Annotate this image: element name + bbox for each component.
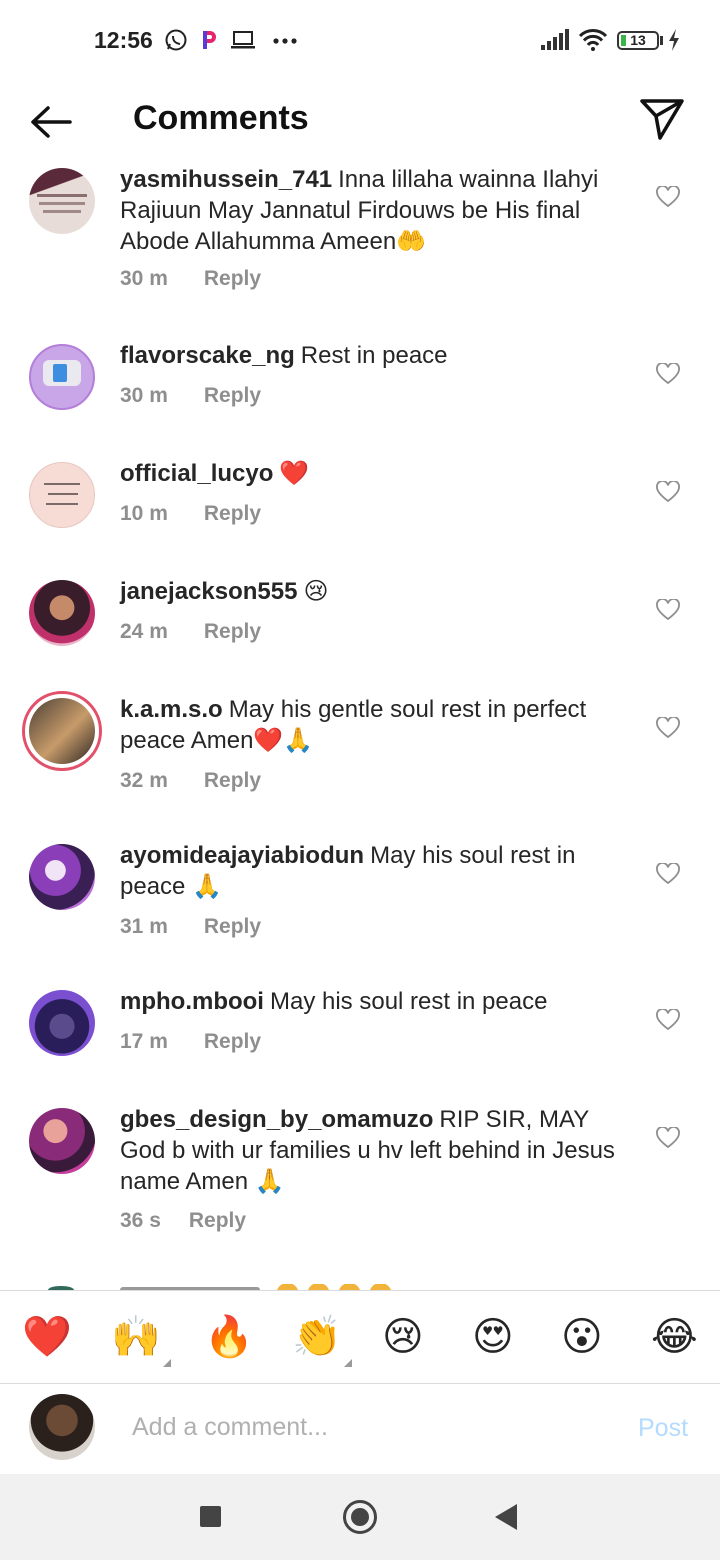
comment-text: k.a.m.s.o May his gentle soul rest in per… [120, 694, 632, 756]
comment-meta: 31 m Reply [120, 915, 261, 939]
comment-text: mpho.mbooi May his soul rest in peace [120, 986, 632, 1017]
status-bar: 12:56 13 [0, 0, 720, 84]
reply-button[interactable]: Reply [204, 915, 261, 938]
skin-tone-indicator-icon [162, 1359, 171, 1367]
emoji-clapping-hands[interactable]: 👏 [292, 1313, 352, 1367]
avatar[interactable] [29, 462, 95, 528]
like-heart-icon[interactable] [656, 481, 680, 503]
home-icon[interactable] [343, 1500, 377, 1534]
avatar[interactable] [29, 580, 95, 646]
comment-username[interactable]: k.a.m.s.o [120, 696, 223, 723]
comment-time: 36 s [120, 1209, 161, 1232]
comment-meta: 30 m Reply [120, 384, 261, 408]
comment-meta: 17 m Reply [120, 1030, 261, 1054]
skin-tone-indicator-icon [343, 1359, 352, 1367]
comment-body: ❤️ [279, 460, 310, 487]
emoji-red-heart[interactable]: ❤️ [22, 1313, 72, 1361]
emoji-glyph: 🙌 [111, 1315, 161, 1359]
avatar[interactable] [29, 1108, 95, 1174]
comment-time: 32 m [120, 769, 168, 792]
comment-username[interactable]: official_lucyo [120, 460, 273, 487]
whatsapp-icon [165, 29, 187, 51]
comment-composer: Post [0, 1382, 720, 1474]
like-heart-icon[interactable] [656, 717, 680, 739]
reply-button[interactable]: Reply [204, 1030, 261, 1053]
signal-icon [541, 29, 569, 50]
like-heart-icon[interactable] [656, 186, 680, 208]
comment-text: official_lucyo ❤️ [120, 458, 632, 489]
status-time: 12:56 [94, 27, 153, 53]
comments-list[interactable]: yasmihussein_741 Inna lillaha wainna Ilah… [0, 156, 720, 1290]
comment-time: 10 m [120, 502, 168, 525]
emoji-quick-bar: ❤️ 🙌 🔥 👏 😢 😍 😮 😂 [0, 1290, 720, 1384]
back-triangle-icon[interactable] [495, 1504, 517, 1530]
post-button[interactable]: Post [638, 1414, 688, 1443]
page-title: Comments [133, 99, 309, 137]
avatar[interactable] [29, 344, 95, 410]
comment-text: yasmihussein_741 Inna lillaha wainna Ilah… [120, 164, 632, 257]
like-heart-icon[interactable] [656, 1127, 680, 1149]
comment-username[interactable]: janejackson555 [120, 578, 297, 605]
comment-body: Rest in peace [300, 342, 448, 369]
comment-text: ayomideajayiabiodun May his soul rest in … [120, 840, 632, 902]
laptop-icon [231, 31, 255, 49]
avatar-with-story-ring[interactable] [22, 691, 102, 771]
comment-time: 31 m [120, 915, 168, 938]
wifi-icon [578, 29, 608, 51]
battery-level: 13 [630, 32, 646, 48]
reply-button[interactable]: Reply [204, 620, 261, 643]
more-icon [273, 38, 297, 44]
like-heart-icon[interactable] [656, 1009, 680, 1031]
like-heart-icon[interactable] [656, 599, 680, 621]
comment-time: 30 m [120, 384, 168, 407]
system-nav-bar [0, 1474, 720, 1560]
comment-text: gbes_design_by_omamuzo RIP SIR, MAY God b… [120, 1104, 632, 1197]
emoji-surprised-face[interactable]: 😮 [561, 1313, 603, 1361]
comment-item-partial [0, 1282, 720, 1290]
emoji-crying-face[interactable]: 😢 [382, 1313, 424, 1361]
comment-username[interactable]: ayomideajayiabiodun [120, 842, 364, 869]
recent-apps-icon[interactable] [200, 1506, 221, 1527]
emoji-fire[interactable]: 🔥 [204, 1313, 254, 1361]
comment-username[interactable]: yasmihussein_741 [120, 166, 332, 193]
p-app-icon [203, 31, 216, 49]
charging-icon [669, 29, 679, 51]
battery-icon: 13 [617, 31, 659, 50]
comment-meta: 36 s Reply [120, 1209, 246, 1233]
comment-time: 17 m [120, 1030, 168, 1053]
avatar[interactable] [29, 168, 95, 234]
emoji-glyph: 👏 [292, 1315, 342, 1359]
avatar[interactable] [29, 844, 95, 910]
header: Comments [0, 84, 720, 156]
comment-username[interactable]: gbes_design_by_omamuzo [120, 1106, 433, 1133]
comment-text: janejackson555 😢 [120, 576, 632, 607]
comment-meta: 30 m Reply [120, 267, 261, 291]
reply-button[interactable]: Reply [204, 267, 261, 290]
reply-button[interactable]: Reply [204, 502, 261, 525]
emoji-heart-eyes[interactable]: 😍 [472, 1313, 514, 1361]
comment-meta: 32 m Reply [120, 769, 261, 793]
send-direct-icon[interactable] [638, 96, 686, 142]
comment-input[interactable] [130, 1412, 604, 1443]
comment-body: 😢 [303, 578, 329, 605]
back-arrow-icon[interactable] [28, 102, 74, 142]
comment-body: May his soul rest in peace [269, 988, 548, 1015]
reply-button[interactable]: Reply [204, 769, 261, 792]
like-heart-icon[interactable] [656, 363, 680, 385]
avatar[interactable] [29, 990, 95, 1056]
comment-username[interactable]: flavorscake_ng [120, 342, 295, 369]
like-heart-icon[interactable] [656, 863, 680, 885]
reply-button[interactable]: Reply [189, 1209, 246, 1232]
emoji-laughing-tears[interactable]: 😂 [651, 1313, 698, 1361]
reply-button[interactable]: Reply [204, 384, 261, 407]
comment-time: 30 m [120, 267, 168, 290]
my-avatar [29, 1394, 95, 1460]
comment-meta: 24 m Reply [120, 620, 261, 644]
comment-username[interactable]: mpho.mbooi [120, 988, 264, 1015]
comment-meta: 10 m Reply [120, 502, 261, 526]
comment-text: flavorscake_ng Rest in peace [120, 340, 632, 371]
comment-time: 24 m [120, 620, 168, 643]
emoji-raising-hands[interactable]: 🙌 [111, 1313, 171, 1367]
